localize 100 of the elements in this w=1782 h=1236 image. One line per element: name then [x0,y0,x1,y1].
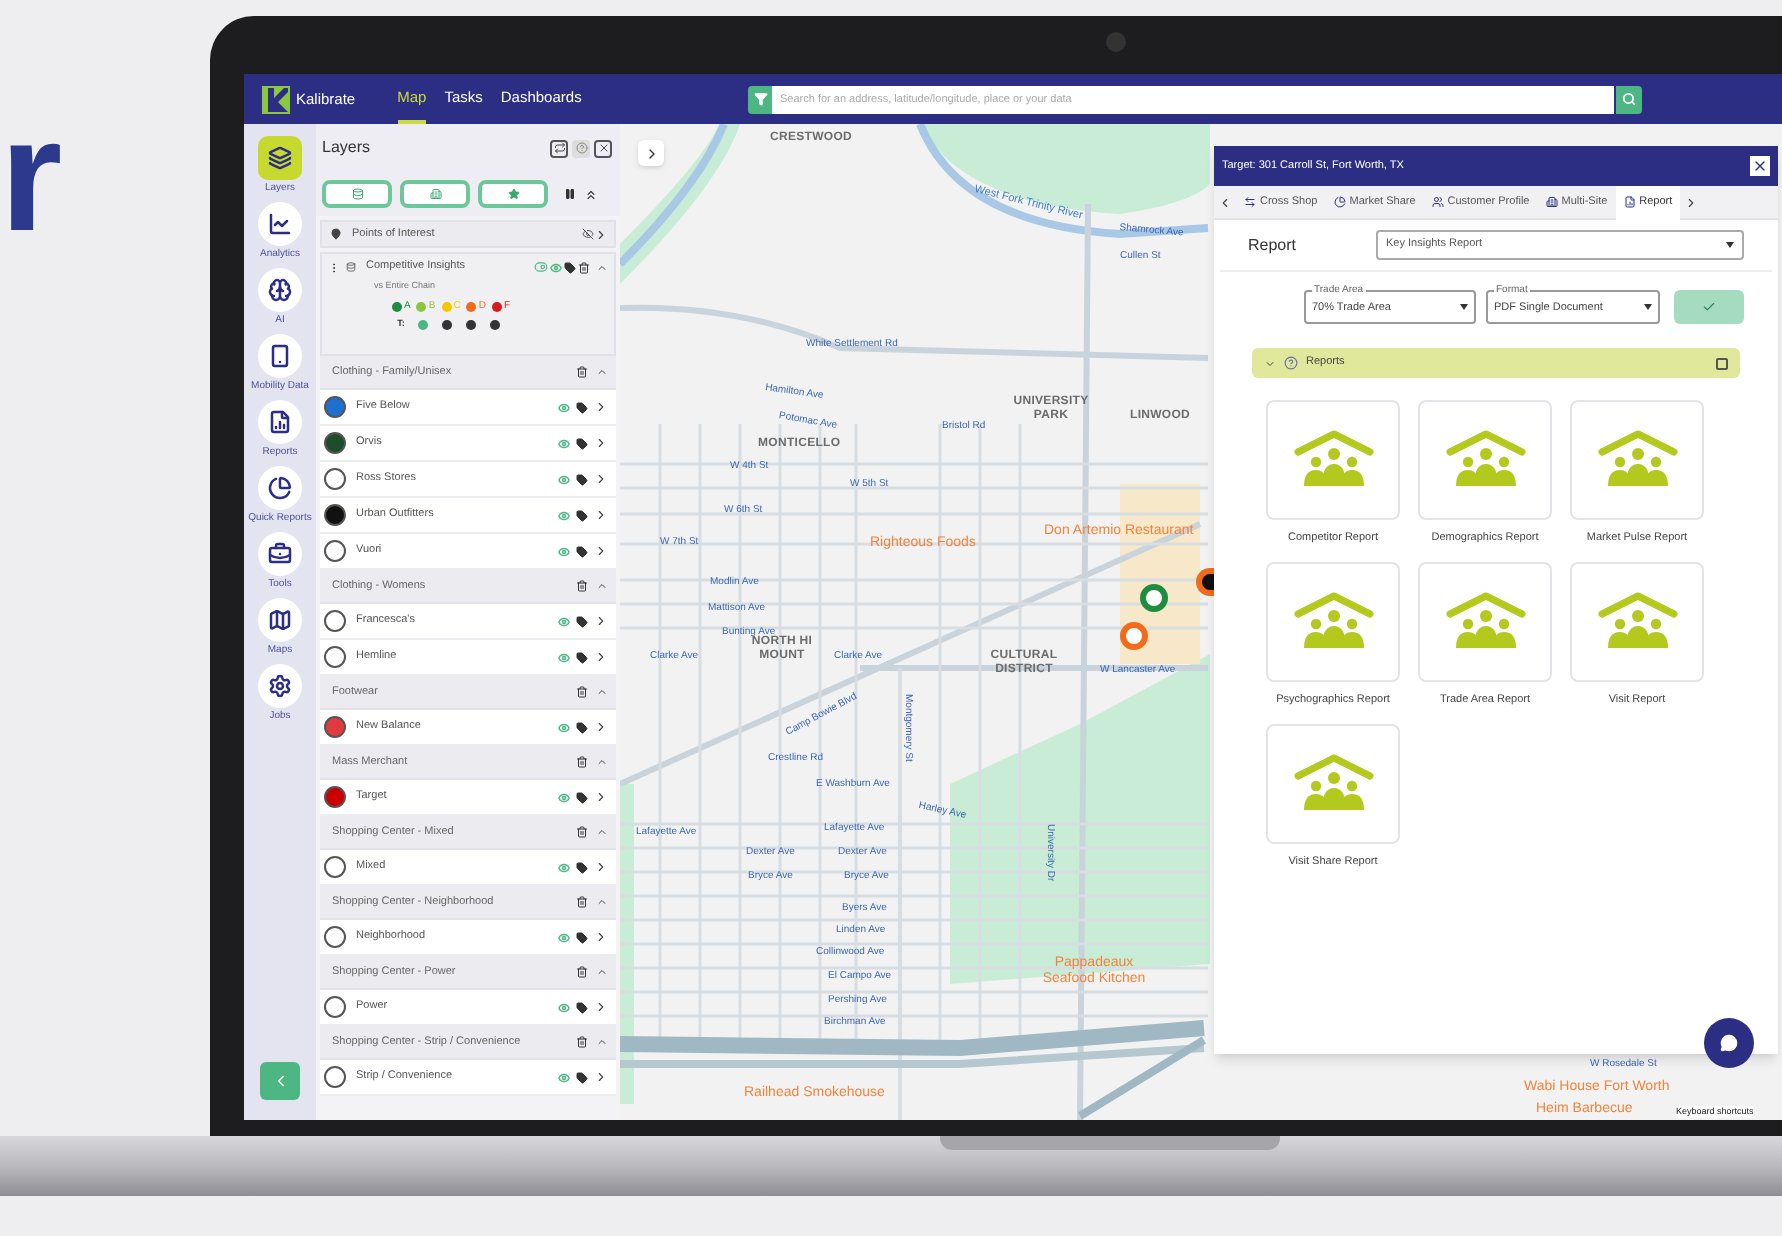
chevron-right-icon[interactable] [594,472,608,486]
tag-icon[interactable] [576,791,588,803]
search-button[interactable] [1616,85,1642,113]
rail-icon [268,542,292,566]
rail-button[interactable] [258,466,302,510]
dropdown-caret-icon [1644,304,1652,310]
eye-off-icon[interactable] [582,228,594,240]
report-tile[interactable] [1266,562,1400,682]
close-button[interactable] [1750,156,1770,176]
house-people-icon [1597,592,1677,652]
database-icon [351,188,363,200]
chevron-right-icon[interactable] [1684,195,1699,209]
chevron-right-icon[interactable] [594,860,608,874]
checkbox[interactable] [1716,357,1728,369]
report-tile[interactable] [1418,400,1552,520]
tag-icon[interactable] [576,437,588,449]
section-heading: Report [1248,233,1299,257]
building-icon [429,188,441,200]
tag-icon[interactable] [564,261,576,273]
chevron-right-icon[interactable] [594,544,608,558]
tag-icon[interactable] [576,545,588,557]
swap-button[interactable] [550,139,568,157]
chevron-right-icon[interactable] [594,650,608,664]
rail-icon [268,344,292,368]
layer-tab-button[interactable] [478,180,548,208]
tag-icon[interactable] [576,861,588,873]
chevron-right-icon[interactable] [594,790,608,804]
tag-icon[interactable] [576,615,588,627]
tab-icon [1333,196,1346,208]
chevron-right-icon[interactable] [594,1000,608,1014]
tier-icon[interactable] [490,319,501,330]
trash-icon[interactable] [578,261,590,273]
tag-icon[interactable] [576,1071,588,1083]
tag-icon[interactable] [576,473,588,485]
house-people-icon [1597,430,1677,490]
chevron-right-icon[interactable] [594,614,608,628]
chevron-right-icon[interactable] [594,227,608,241]
tag-icon[interactable] [576,721,588,733]
trash-icon[interactable] [576,756,588,768]
chevron-right-icon[interactable] [594,930,608,944]
trash-icon[interactable] [576,826,588,838]
rail-icon [268,476,292,500]
chevron-right-icon[interactable] [594,720,608,734]
collapse-all-icon[interactable] [584,187,598,201]
help-icon [575,142,587,154]
report-tile[interactable] [1266,724,1400,844]
rail-icon [268,674,292,698]
dropdown-caret-icon [1460,304,1468,310]
rail-button[interactable] [258,598,302,642]
tag-icon[interactable] [576,651,588,663]
tier-icon[interactable] [466,319,477,330]
expand-button[interactable] [638,140,664,166]
database-icon [346,262,356,272]
panel-title: Layers [322,136,371,160]
rail-button[interactable] [258,532,302,576]
search-icon [1622,92,1636,106]
rail-button[interactable] [258,268,302,312]
logo-icon [262,85,290,113]
chevron-right-icon[interactable] [594,1070,608,1084]
rail-icon [268,278,292,302]
chevron-left-icon[interactable] [1218,195,1232,209]
rail-button[interactable] [258,400,302,444]
check-icon [1702,300,1716,314]
trash-icon[interactable] [576,686,588,698]
pause-icon[interactable] [564,188,576,200]
report-tile[interactable] [1570,400,1704,520]
rail-button[interactable] [258,136,302,180]
report-tile[interactable] [1418,562,1552,682]
tag-icon[interactable] [576,509,588,521]
house-people-icon [1293,592,1373,652]
filter-icon [753,92,767,106]
tier-icon[interactable] [442,319,453,330]
close-button[interactable] [594,139,612,157]
rail-icon [268,608,292,632]
tag-icon[interactable] [576,931,588,943]
report-tile[interactable] [1266,400,1400,520]
rail-icon [268,146,292,170]
tab-icon [1623,196,1636,208]
rail-button[interactable] [258,664,302,708]
trash-icon[interactable] [576,366,588,378]
trash-icon[interactable] [576,1036,588,1048]
chevron-right-icon[interactable] [594,508,608,522]
filter-button[interactable] [748,85,772,113]
tab-icon [1431,196,1444,208]
rail-button[interactable] [258,334,302,378]
house-people-icon [1293,754,1373,814]
chevron-right-icon[interactable] [594,400,608,414]
trash-icon[interactable] [576,580,588,592]
toggle-icon[interactable] [534,260,548,274]
house-people-icon [1445,592,1525,652]
star-icon [507,188,519,200]
trash-icon[interactable] [576,966,588,978]
house-people-icon [1445,430,1525,490]
tag-icon[interactable] [576,1001,588,1013]
rail-button[interactable] [258,202,302,246]
tag-icon[interactable] [576,401,588,413]
trash-icon[interactable] [576,896,588,908]
close-icon [1752,158,1768,174]
chevron-right-icon[interactable] [594,436,608,450]
report-tile[interactable] [1570,562,1704,682]
